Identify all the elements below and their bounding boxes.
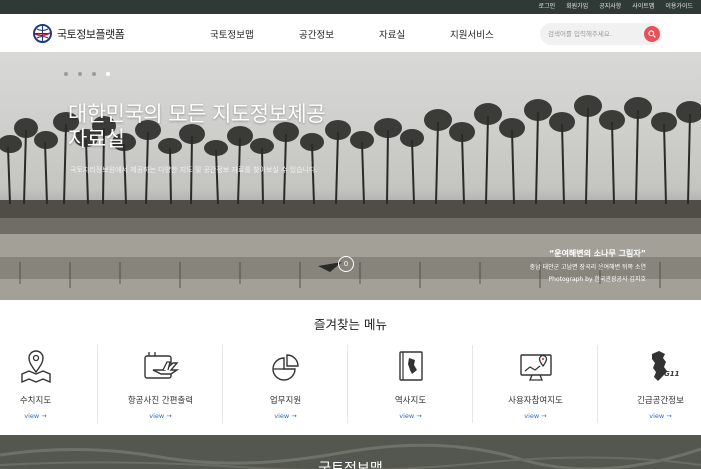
section-title: 즐겨찾는 메뉴	[314, 317, 387, 332]
hero-title-line2: 자료실	[68, 127, 125, 151]
fav-item-aerial-photo[interactable]: 항공사진 간편출력 view →	[98, 343, 223, 428]
slide-indicator	[64, 72, 120, 76]
site-header: 국토정보플랫폼 국토정보맵 공간정보 자료실 지원서비스	[0, 14, 701, 52]
monitor-map-icon	[519, 354, 552, 381]
slide-dot[interactable]	[64, 72, 68, 76]
hero-subtitle: 국토지리정보원에서 제공하는 다양한 지도 및 공간정보 자료를 찾아보실 수 …	[70, 166, 318, 174]
nav-item-map[interactable]: 국토정보맵	[210, 27, 254, 41]
nav-item-archive[interactable]: 자료실	[379, 27, 405, 41]
hero-banner: 대한민국의 모든 지도정보제공 자료실 국토지리정보원에서 제공하는 다양한 지…	[0, 52, 701, 300]
map-pin-icon	[20, 350, 51, 384]
fav-item-label: 긴급공간정보	[637, 396, 684, 406]
favorite-menu-section: 즐겨찾는 메뉴 수치지도 view → 항공사진 간편출력 view → 업무지…	[0, 300, 701, 435]
slide-dot[interactable]	[92, 72, 96, 76]
fav-item-label: 역사지도	[394, 396, 427, 406]
photo-caption: “운여해변의 소나무 그림자” 충남 태안군 고남면 장곡리 운여해변 뒤쪽 소…	[530, 248, 646, 283]
section-title: 국토정보맵	[318, 461, 383, 469]
pie-chart-icon	[271, 354, 299, 381]
fav-item-label: 수치지도	[19, 396, 52, 406]
caption-credit: Photograph by 한국관광공사 김지호	[548, 276, 646, 283]
utility-bar: 로그인 회원가입 공지사항 사이트맵 이용가이드	[0, 0, 701, 14]
fav-item-emergency-info[interactable]: G119 긴급공간정보 view →	[598, 343, 701, 428]
fav-item-work-support[interactable]: 업무지원 view →	[223, 343, 348, 428]
caption-title: “운여해변의 소나무 그림자”	[548, 249, 646, 258]
view-link[interactable]: view →	[0, 412, 98, 420]
login-link[interactable]: 로그인	[539, 0, 556, 14]
search-input[interactable]	[548, 27, 633, 41]
hero-title-line1: 대한민국의 모든 지도정보제공	[68, 102, 326, 126]
book-map-icon	[398, 351, 423, 381]
search-icon	[648, 30, 656, 38]
fav-item-label: 사용자참여지도	[508, 396, 563, 406]
utility-nav: 로그인 회원가입 공지사항 사이트맵 이용가이드	[528, 0, 693, 14]
favorite-menu-list: 수치지도 view → 항공사진 간편출력 view → 업무지원 view →	[0, 343, 701, 428]
globe-logo-icon	[33, 24, 52, 43]
view-link[interactable]: view →	[473, 412, 598, 420]
caption-location: 충남 태안군 고남면 장곡리 운여해변 뒤쪽 소연	[529, 264, 646, 271]
land-info-map-section: 국토정보맵	[0, 435, 701, 469]
nav-item-support[interactable]: 지원서비스	[450, 27, 494, 41]
slide-play-button[interactable]: 0	[338, 256, 354, 272]
fav-item-digital-map[interactable]: 수치지도 view →	[0, 343, 98, 428]
fav-item-historic-map[interactable]: 역사지도 view →	[348, 343, 473, 428]
brand-name: 국토정보플랫폼	[57, 27, 125, 41]
view-link[interactable]: view →	[223, 412, 348, 420]
site-logo[interactable]: 국토정보플랫폼	[33, 24, 125, 43]
fav-item-label: 업무지원	[269, 396, 302, 406]
search-box	[540, 23, 662, 45]
view-link[interactable]: view →	[98, 412, 223, 420]
g119-icon: G119	[651, 351, 679, 381]
view-link[interactable]: view →	[598, 412, 701, 420]
hero-title: 대한민국의 모든 지도정보제공 자료실	[68, 102, 326, 152]
signup-link[interactable]: 회원가입	[566, 0, 588, 14]
fav-item-label: 항공사진 간편출력	[127, 396, 194, 406]
notice-link[interactable]: 공지사항	[599, 0, 621, 14]
slide-dot-active[interactable]	[106, 72, 110, 76]
view-link[interactable]: view →	[348, 412, 473, 420]
g119-badge: G119	[664, 370, 679, 378]
slide-dot[interactable]	[78, 72, 82, 76]
nav-item-spatial[interactable]: 공간정보	[299, 27, 334, 41]
guide-link[interactable]: 이용가이드	[665, 0, 693, 14]
sitemap-link[interactable]: 사이트맵	[632, 0, 654, 14]
airplane-icon	[143, 352, 179, 379]
fav-item-participation-map[interactable]: 사용자참여지도 view →	[473, 343, 598, 428]
search-button[interactable]	[644, 26, 660, 42]
